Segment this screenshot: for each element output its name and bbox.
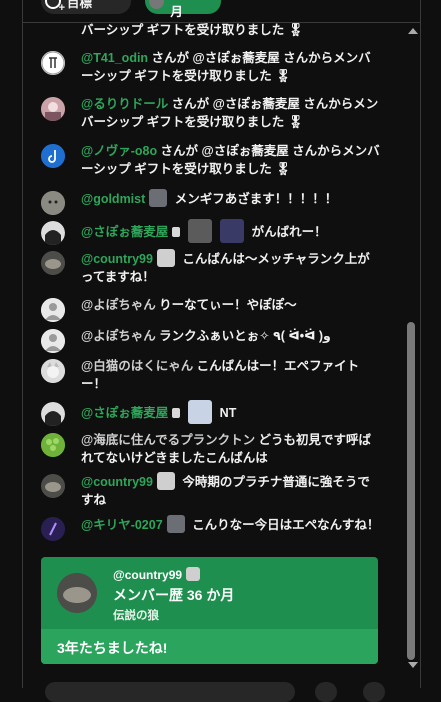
author-name[interactable]: @るりりドール xyxy=(81,97,168,111)
avatar[interactable] xyxy=(41,359,65,383)
message-text: がんばれー！ xyxy=(248,225,327,239)
message-text: こんりなー今日はエペなんすね！ xyxy=(188,518,380,532)
chat-message: @さぽぉ蕎麦屋 がんばれー！ xyxy=(41,219,381,245)
member-badge-icon xyxy=(166,515,185,533)
scroll-down-icon[interactable] xyxy=(408,662,418,668)
send-button[interactable] xyxy=(363,682,385,702)
member-badge-icon xyxy=(186,567,201,581)
avatar[interactable] xyxy=(41,402,65,426)
chat-input-bar xyxy=(23,672,420,702)
avatar[interactable] xyxy=(41,433,65,457)
chat-message: @海底に住んでるプランクトン どうも初見です呼ばれてないけどきましたこんばんは xyxy=(41,431,381,467)
add-goal-icon xyxy=(45,0,65,14)
message-text: NT xyxy=(216,406,237,420)
live-chat-panel: 目標 36 か月 バーシップ ギフトを受け取りました 🎖 @T41_odin さ… xyxy=(22,0,421,702)
avatar[interactable] xyxy=(41,144,65,168)
avatar[interactable] xyxy=(41,191,65,215)
chat-message: @さぽぉ蕎麦屋 NT xyxy=(41,400,381,426)
goal-chip[interactable]: 目標 xyxy=(41,0,131,14)
scrollbar-thumb[interactable] xyxy=(407,322,415,660)
avatar[interactable] xyxy=(41,474,65,498)
author-name[interactable]: @海底に住んでるプランクトン xyxy=(81,433,255,447)
chat-message: @country99 今時期のプラチナ普通に強そうですね xyxy=(41,472,381,509)
chat-message: バーシップ ギフトを受け取りました 🎖 xyxy=(41,21,381,39)
avatar[interactable] xyxy=(41,298,65,322)
author-name-text: @country99 xyxy=(113,568,183,582)
chat-message: @白猫のはくにゃん こんばんはー！エペファイトー！ xyxy=(41,357,381,393)
author-name[interactable]: @よぽちゃん xyxy=(81,298,156,312)
avatar[interactable] xyxy=(41,221,65,245)
chat-input[interactable] xyxy=(45,682,295,702)
membership-milestone-card: @country99 メンバー歴 36 か月 伝説の狼 3年たちましたね! xyxy=(41,557,378,664)
author-name[interactable]: @country99 xyxy=(113,567,204,582)
author-name[interactable]: @よぽちゃん xyxy=(81,329,156,343)
emoji-button[interactable] xyxy=(315,682,337,702)
card-header: @country99 メンバー歴 36 か月 伝説の狼 xyxy=(41,557,378,629)
member-badge-icon xyxy=(156,249,175,267)
avatar[interactable] xyxy=(41,97,65,121)
card-message: 3年たちましたね! xyxy=(41,629,378,664)
message-text: バーシップ ギフトを受け取りました 🎖 xyxy=(81,23,304,37)
goal-chip-label: 目標 xyxy=(67,0,93,10)
chat-message: @ノヴァ-o8o さんが @さぽぉ蕎麦屋 さんからメンバーシップ ギフトを受け取… xyxy=(41,142,381,178)
chat-message: @るりりドール さんが @さぽぉ蕎麦屋 さんからメンバーシップ ギフトを受け取り… xyxy=(41,95,381,131)
message-text: りーなてぃー！やぽぽ〜 xyxy=(155,298,297,312)
chat-message: @country99 こんばんは〜メッチャランク上がってますね！ xyxy=(41,249,381,286)
chat-message: @T41_odin さんが @さぽぉ蕎麦屋 さんからメンバーシップ ギフトを受け… xyxy=(41,49,381,85)
message-text: メンギフあざます！！！！！ xyxy=(171,192,338,206)
author-name[interactable]: @country99 xyxy=(81,475,153,489)
membership-tenure: メンバー歴 36 か月 xyxy=(113,587,235,603)
member-badge-icon xyxy=(149,189,168,207)
scroll-up-icon[interactable] xyxy=(408,28,418,34)
moderator-badge-icon xyxy=(172,227,181,237)
avatar[interactable] xyxy=(57,573,97,613)
chat-message: @キリヤ-0207 こんりなー今日はエペなんすね！ xyxy=(41,515,381,541)
milestone-chip-label: 36 か月 xyxy=(170,5,183,19)
membership-milestone-chip[interactable]: 36 か月 xyxy=(145,0,221,19)
avatar[interactable] xyxy=(41,329,65,353)
chat-message: @goldmist メンギフあざます！！！！！ xyxy=(41,189,381,215)
author-name[interactable]: @goldmist xyxy=(81,192,145,206)
author-name[interactable]: @さぽぉ蕎麦屋 xyxy=(81,225,168,239)
avatar[interactable] xyxy=(41,517,65,541)
author-name[interactable]: @キリヤ-0207 xyxy=(81,518,163,532)
message-text: ランクふぁいとぉ✧ ٩( ᐛ•ᐛ )و xyxy=(155,329,331,343)
ticker-bar: 目標 36 か月 xyxy=(23,0,420,23)
member-badge-icon xyxy=(156,472,175,490)
chat-message: @よぽちゃん りーなてぃー！やぽぽ〜 xyxy=(41,296,381,322)
author-name[interactable]: @T41_odin xyxy=(81,51,148,65)
membership-level: 伝説の狼 xyxy=(113,610,159,622)
avatar[interactable] xyxy=(41,251,65,275)
author-name[interactable]: @白猫のはくにゃん xyxy=(81,359,193,373)
cat-emoji-icon xyxy=(188,219,213,243)
moderator-badge-icon xyxy=(172,408,181,418)
character-emoji-icon xyxy=(188,400,213,424)
author-name[interactable]: @country99 xyxy=(81,252,153,266)
author-name[interactable]: @ノヴァ-o8o xyxy=(81,144,157,158)
scrollbar[interactable] xyxy=(406,22,420,672)
message-text: 3年たちましたね! xyxy=(57,640,168,656)
chat-message: @よぽちゃん ランクふぁいとぉ✧ ٩( ᐛ•ᐛ )و xyxy=(41,327,381,353)
avatar[interactable] xyxy=(41,51,65,75)
cheer-emoji-icon xyxy=(220,219,245,243)
avatar xyxy=(149,0,165,9)
author-name[interactable]: @さぽぉ蕎麦屋 xyxy=(81,406,168,420)
